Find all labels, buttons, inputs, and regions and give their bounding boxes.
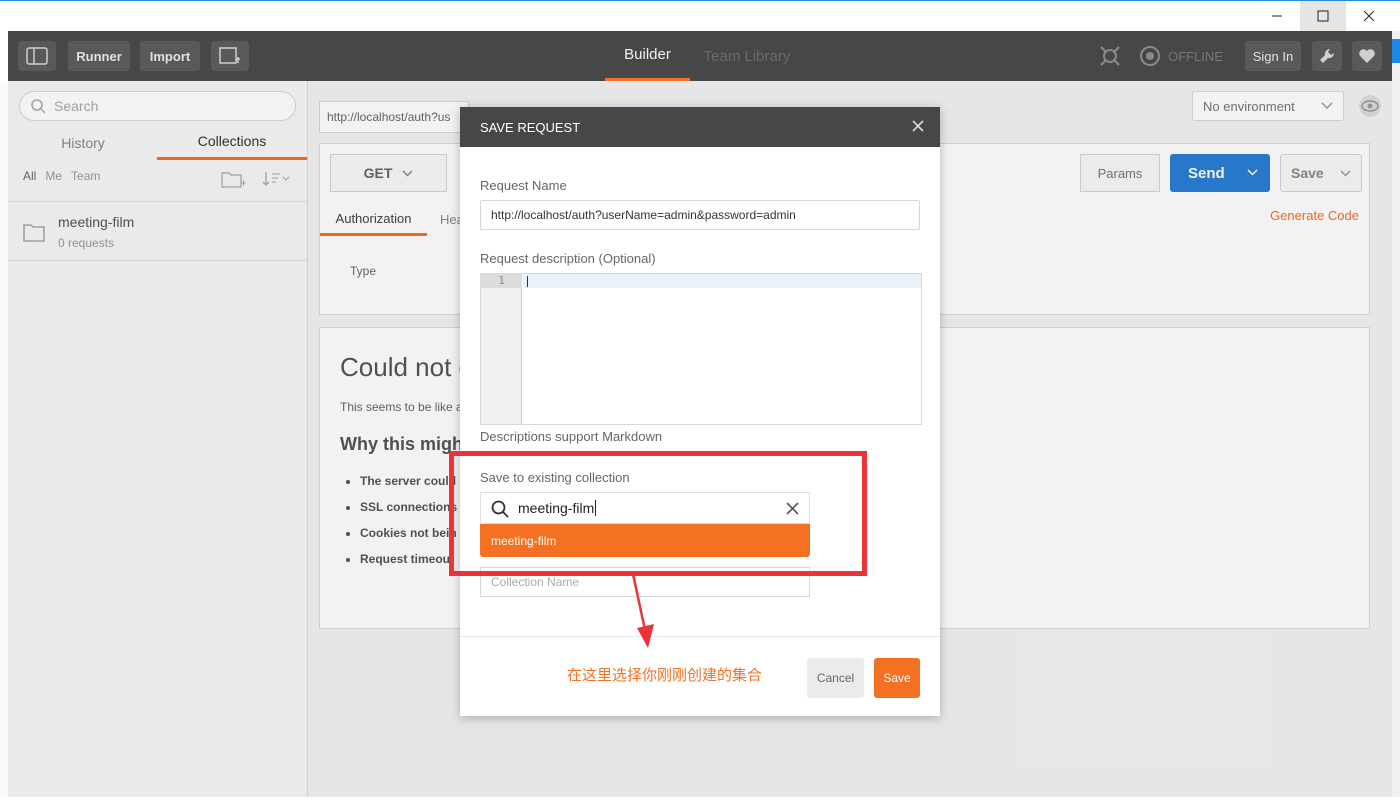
editor-cursor [527,276,528,287]
left-edge [0,81,8,797]
request-name-label: Request Name [480,178,567,193]
import-button[interactable]: Import [140,41,200,71]
cancel-button[interactable]: Cancel [807,658,864,698]
modal-header: SAVE REQUEST [460,107,940,147]
editor-active-line [523,274,921,288]
maximize-icon[interactable] [1300,1,1346,31]
offline-status: OFFLINE [1168,48,1223,64]
editor-gutter: 1 [481,274,522,424]
tab-team-library[interactable]: Team Library [692,31,802,81]
annotation-arrow-icon [631,573,654,648]
markdown-note: Descriptions support Markdown [480,429,663,444]
new-tab-icon[interactable] [211,41,249,71]
heart-icon[interactable] [1352,41,1382,71]
request-description-editor[interactable]: 1 [480,273,922,425]
close-icon[interactable] [908,116,928,136]
settings-wrench-icon[interactable] [1312,41,1342,71]
window-close-icon[interactable] [1346,1,1392,31]
window-title-bar [0,0,1400,31]
sign-in-button[interactable]: Sign In [1245,41,1301,71]
save-button[interactable]: Save [874,658,920,698]
modal-footer: 在这里选择你刚刚创建的集合 Cancel Save [460,636,940,716]
annotation-note: 在这里选择你刚刚创建的集合 [567,666,763,684]
window-accent [1392,39,1400,63]
sidebar-toggle-icon[interactable] [18,41,56,71]
right-edge [1392,31,1400,797]
modal-title: SAVE REQUEST [480,119,581,135]
runner-button[interactable]: Runner [68,41,130,71]
app-toolbar: Runner Import Builder Team Library OFFLI… [8,31,1392,81]
save-request-modal: SAVE REQUEST Request Name http://localho… [460,107,940,716]
request-name-input[interactable]: http://localhost/auth?userName=admin&pas… [480,200,920,230]
request-description-label: Request description (Optional) [480,251,656,266]
line-number: 1 [481,274,522,288]
sync-icon[interactable] [1135,41,1165,71]
tab-builder[interactable]: Builder [605,31,690,81]
interceptor-icon[interactable] [1095,41,1125,71]
annotation-highlight-box [449,451,867,576]
minimize-icon[interactable] [1254,1,1300,31]
